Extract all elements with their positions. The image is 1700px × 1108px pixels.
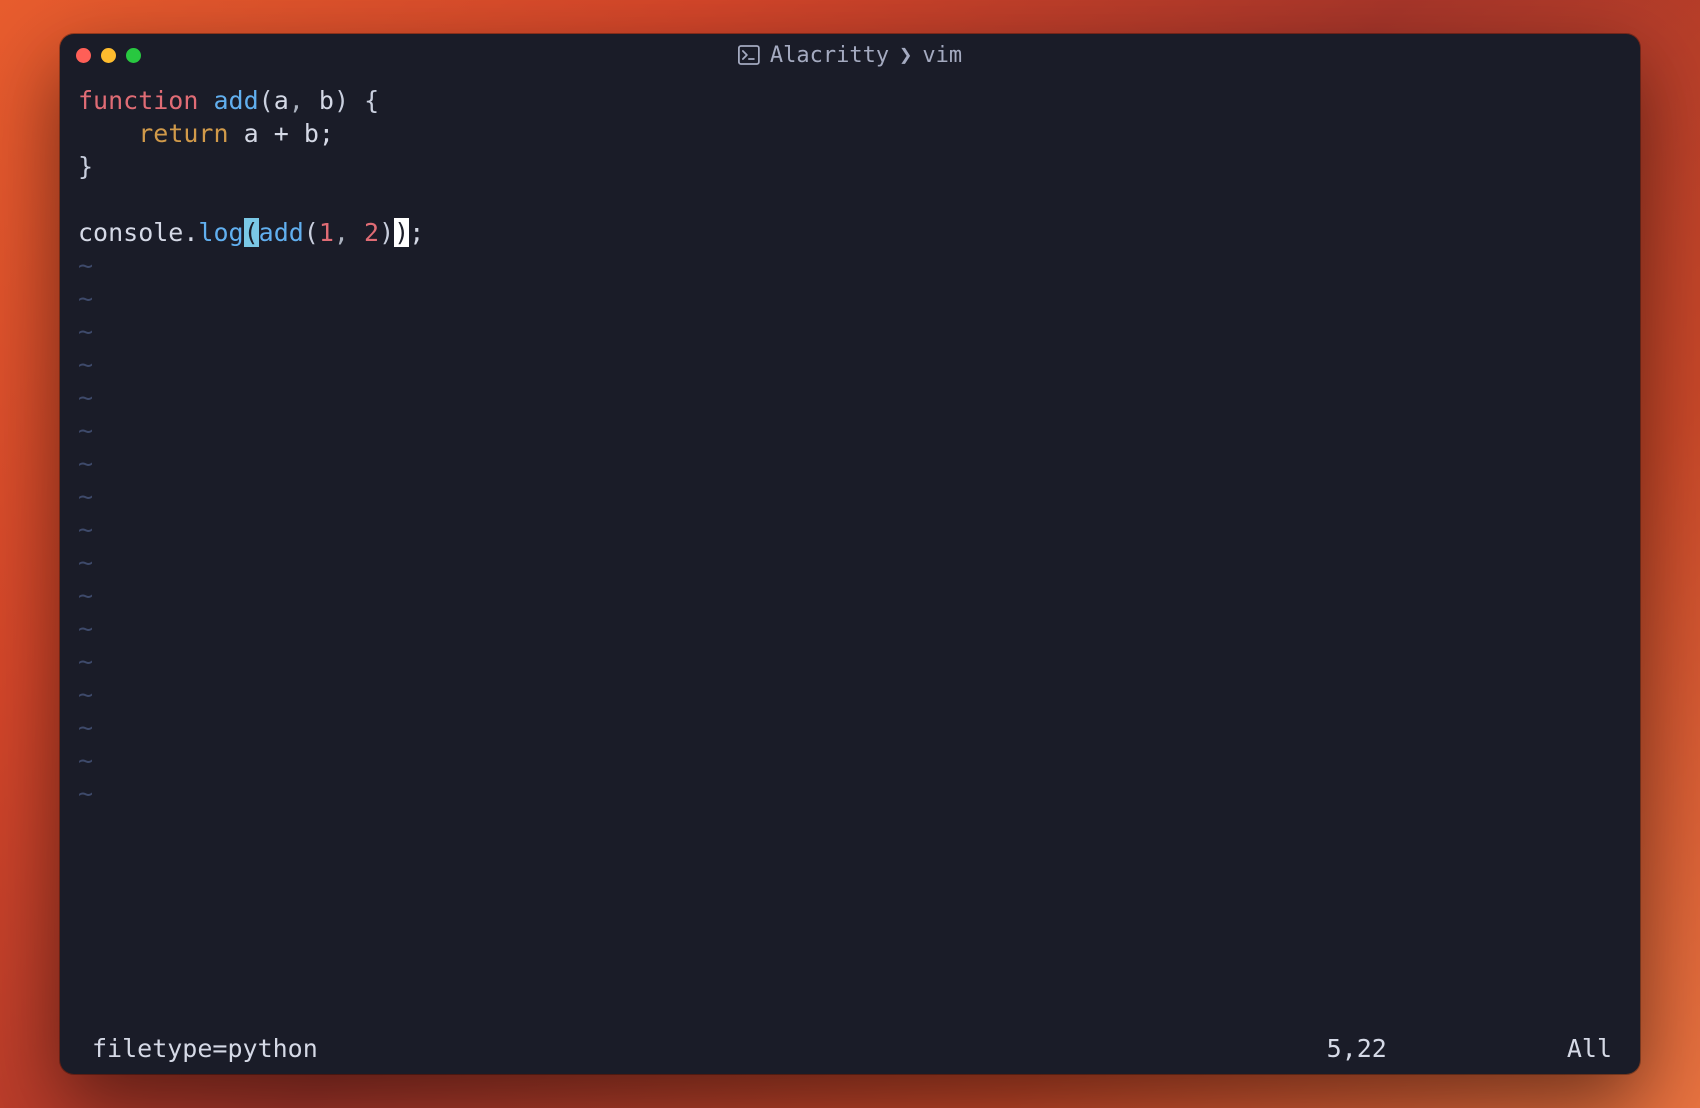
title-separator: ❯ — [899, 43, 912, 68]
traffic-lights — [76, 48, 141, 63]
status-view-percent: All — [1567, 1034, 1612, 1063]
empty-line-tilde: ~ — [78, 284, 93, 313]
terminal-window: Alacritty ❯ vim function add(a, b) { ret… — [60, 34, 1640, 1074]
empty-line-tilde: ~ — [78, 713, 93, 742]
empty-line-tilde: ~ — [78, 746, 93, 775]
empty-line-tilde: ~ — [78, 416, 93, 445]
maximize-button[interactable] — [126, 48, 141, 63]
code-line-5: console.log(add(1, 2)); — [78, 218, 424, 247]
empty-line-tilde: ~ — [78, 614, 93, 643]
empty-line-tilde: ~ — [78, 350, 93, 379]
terminal-icon — [738, 45, 760, 65]
empty-line-tilde: ~ — [78, 251, 93, 280]
empty-line-tilde: ~ — [78, 581, 93, 610]
empty-line-tilde: ~ — [78, 482, 93, 511]
empty-line-tilde: ~ — [78, 383, 93, 412]
code-line-2: return a + b; — [78, 119, 334, 148]
title-app: Alacritty — [770, 43, 889, 68]
empty-line-tilde: ~ — [78, 317, 93, 346]
empty-line-tilde: ~ — [78, 647, 93, 676]
window-title: Alacritty ❯ vim — [738, 43, 962, 68]
close-button[interactable] — [76, 48, 91, 63]
empty-line-tilde: ~ — [78, 515, 93, 544]
empty-line-tilde: ~ — [78, 680, 93, 709]
editor-area[interactable]: function add(a, b) { return a + b; } con… — [60, 76, 1640, 1032]
empty-line-tilde: ~ — [78, 779, 93, 808]
status-cursor-pos: 5,22 — [1327, 1034, 1387, 1063]
titlebar: Alacritty ❯ vim — [60, 34, 1640, 76]
empty-line-tilde: ~ — [78, 548, 93, 577]
matched-paren-open: ( — [244, 218, 259, 247]
cursor-paren-close: ) — [394, 218, 409, 247]
empty-lines: ~ ~ ~ ~ ~ ~ ~ ~ ~ ~ ~ ~ ~ ~ ~ ~ ~ — [78, 251, 93, 808]
minimize-button[interactable] — [101, 48, 116, 63]
status-bar: filetype=python 5,22 All — [60, 1032, 1640, 1074]
code-line-1: function add(a, b) { — [78, 86, 379, 115]
status-filetype: filetype=python — [92, 1034, 318, 1063]
title-context: vim — [922, 43, 962, 68]
code-line-3: } — [78, 152, 93, 181]
empty-line-tilde: ~ — [78, 449, 93, 478]
